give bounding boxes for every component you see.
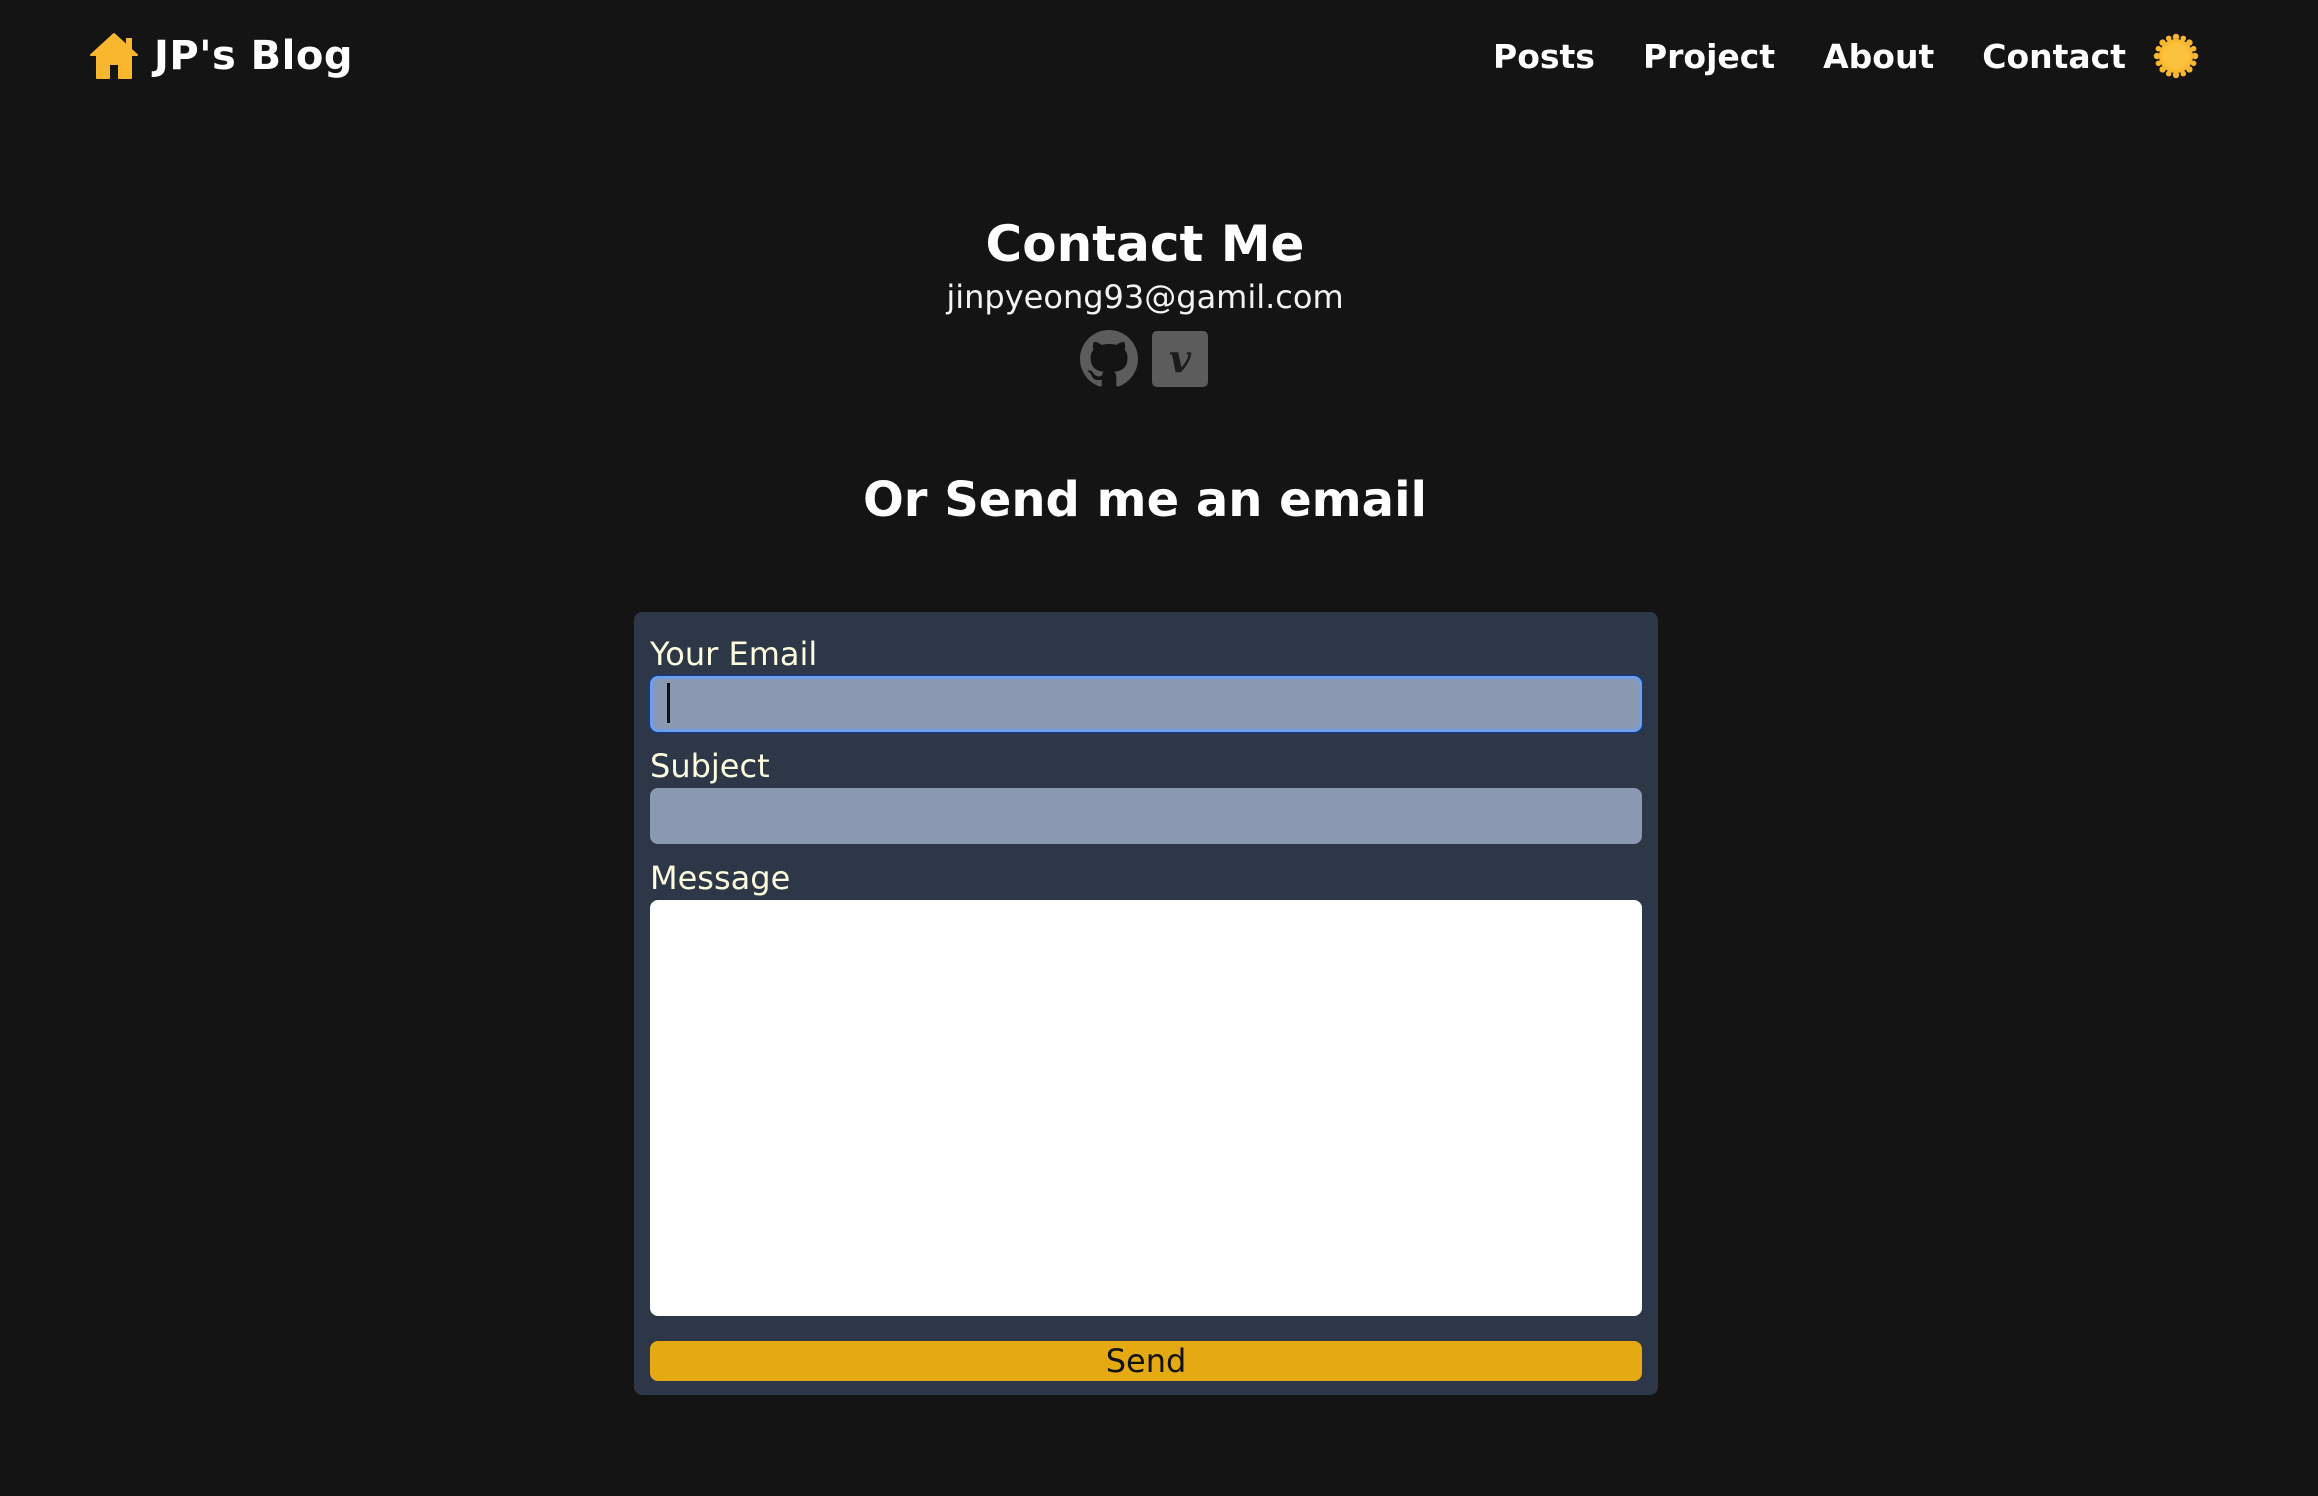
email-section-heading: Or Send me an email: [863, 472, 1427, 528]
home-icon: [88, 30, 140, 82]
text-cursor: [667, 683, 670, 723]
theme-toggle-button[interactable]: [2152, 32, 2200, 80]
subject-label: Subject: [650, 747, 770, 785]
velog-icon: v: [1152, 331, 1208, 387]
site-title: JP's Blog: [154, 33, 353, 79]
contact-email: jinpyeong93@gamil.com: [946, 278, 1344, 316]
main-nav: Posts Project About Contact: [1445, 30, 2200, 82]
nav-about[interactable]: About: [1823, 37, 1934, 76]
social-links: v: [1080, 330, 1224, 388]
nav-project[interactable]: Project: [1643, 37, 1775, 76]
github-icon: [1080, 330, 1138, 387]
contact-form: Your Email Subject Message Send: [634, 612, 1658, 1395]
contact-title: Contact Me: [985, 215, 1305, 273]
email-label: Your Email: [650, 635, 818, 673]
github-link[interactable]: [1080, 330, 1138, 388]
site-header: JP's Blog Posts Project About Contact: [0, 0, 2318, 114]
send-button[interactable]: Send: [650, 1341, 1642, 1381]
velog-link[interactable]: v: [1152, 330, 1210, 388]
home-link[interactable]: JP's Blog: [88, 30, 353, 82]
subject-input[interactable]: [650, 788, 1642, 844]
message-textarea[interactable]: [650, 900, 1642, 1316]
nav-contact[interactable]: Contact: [1982, 37, 2126, 76]
contact-page: JP's Blog Posts Project About Contact Co…: [0, 0, 2318, 1496]
sun-icon: [2153, 33, 2199, 79]
message-label: Message: [650, 859, 791, 897]
nav-posts[interactable]: Posts: [1493, 37, 1595, 76]
velog-glyph: v: [1169, 336, 1192, 381]
email-input[interactable]: [650, 676, 1642, 732]
